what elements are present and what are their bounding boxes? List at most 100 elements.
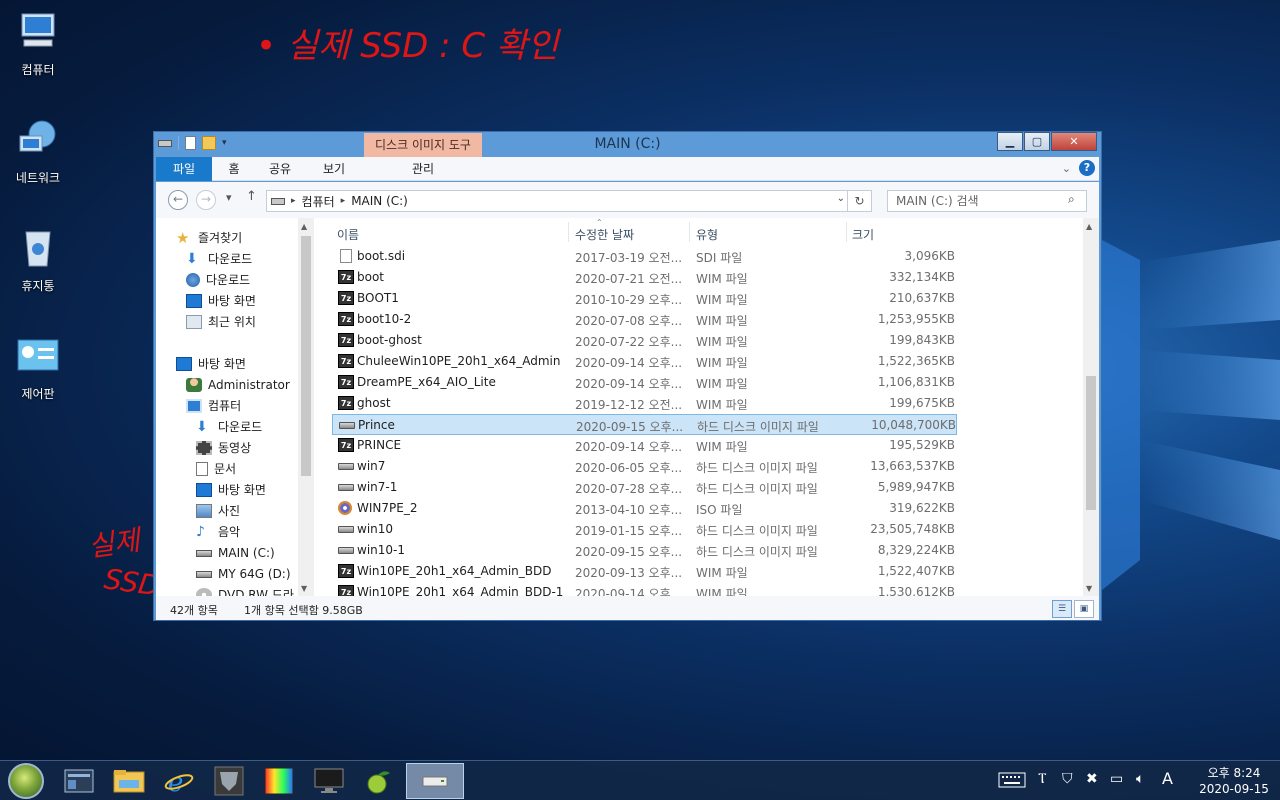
network-disconnected-icon[interactable]: ✖ [1086, 771, 1098, 787]
scroll-down-icon[interactable]: ▼ [1086, 584, 1092, 593]
taskbar-file-explorer[interactable] [106, 763, 152, 799]
taskbar-disk-drive-app[interactable] [406, 763, 464, 799]
help-icon[interactable]: ? [1079, 160, 1095, 176]
taskbar-monitor-app[interactable] [306, 763, 352, 799]
nav-computer-downloads[interactable]: ⬇ 다운로드 [196, 417, 262, 437]
taskbar-explorer-window[interactable] [56, 763, 102, 799]
tab-view[interactable]: 보기 [314, 157, 354, 181]
back-button[interactable]: ← [168, 190, 188, 210]
taskbar-internet-explorer[interactable]: e [156, 763, 202, 799]
column-header-name[interactable]: 이름 [337, 226, 359, 243]
nav-videos[interactable]: 동영상 [196, 438, 251, 458]
clock[interactable]: 오후 8:24 2020-09-15 [1196, 765, 1272, 797]
taskbar-transformer-app[interactable] [206, 763, 252, 799]
column-header-size[interactable]: 크기 [852, 226, 874, 243]
file-row[interactable]: 7z ChuleeWin10PE_20h1_x64_Admin 2020-09-14… [332, 351, 957, 372]
file-row[interactable]: 7z ghost 2019-12-12 오전... WIM 파일 199,675KB [332, 393, 957, 414]
scroll-thumb[interactable] [1086, 376, 1096, 510]
file-row[interactable]: WIN7PE_2 2013-04-10 오후... ISO 파일 319,622KB [332, 498, 957, 519]
taskbar: e Ⲧ ⛉ ✖ ▭ 🔈︎ A 오후 8:24 2020-09-15 [0, 760, 1280, 800]
tab-manage[interactable]: 관리 [364, 157, 482, 181]
explorer-window[interactable]: ▾ 디스크 이미지 도구 MAIN (C:) ▁ ▢ ✕ 파일 홈 공유 보기 … [153, 131, 1102, 621]
breadcrumb-computer[interactable]: 컴퓨터 [302, 193, 335, 210]
scroll-thumb[interactable] [301, 236, 311, 476]
nav-music[interactable]: ♪ 음악 [196, 522, 240, 542]
nav-administrator[interactable]: Administrator [186, 375, 290, 395]
maximize-button[interactable]: ▢ [1024, 132, 1050, 151]
file-row[interactable]: 7z boot 2020-07-21 오전... WIM 파일 332,134KB [332, 267, 957, 288]
network-status-icon[interactable]: ⛉ [1062, 771, 1073, 787]
nav-dvd-drive[interactable]: DVD RW 드라 [196, 585, 294, 596]
file-row[interactable]: 7z Win10PE_20h1_x64_Admin_BDD-1 2020-09-14… [332, 582, 957, 596]
file-row[interactable]: win7 2020-06-05 오후... 하드 디스크 이미지 파일 13,663,… [332, 456, 957, 477]
title-bar[interactable]: ▾ 디스크 이미지 도구 MAIN (C:) ▁ ▢ ✕ [154, 132, 1101, 157]
nav-pictures[interactable]: 사진 [196, 501, 240, 521]
file-row[interactable]: 7z BOOT1 2010-10-29 오후... WIM 파일 210,637KB [332, 288, 957, 309]
details-view-button[interactable]: ☰ [1052, 600, 1072, 618]
font-tool-icon[interactable]: Ⲧ [1038, 771, 1047, 787]
file-row[interactable]: boot.sdi 2017-03-19 오전... SDI 파일 3,096KB [332, 246, 957, 267]
display-icon[interactable]: ▭ [1110, 771, 1123, 787]
nav-computer-desktop[interactable]: 바탕 화면 [196, 480, 266, 500]
address-bar[interactable]: ▸ 컴퓨터 ▸ MAIN (C:) ⌄ ↻ [266, 190, 872, 212]
file-date: 2020-09-14 오후... [575, 356, 683, 370]
search-input[interactable]: MAIN (C:) 검색 [887, 190, 1087, 212]
scroll-down-icon[interactable]: ▼ [301, 584, 307, 593]
nav-favorite-recent[interactable]: 최근 위치 [186, 312, 256, 332]
taskbar-green-app[interactable] [356, 763, 402, 799]
nav-favorite-downloads-2[interactable]: 다운로드 [186, 270, 250, 290]
tab-share[interactable]: 공유 [260, 157, 300, 181]
wim-archive-icon: 7z [338, 291, 354, 305]
file-row[interactable]: 7z PRINCE 2020-09-14 오후... WIM 파일 195,529KB [332, 435, 957, 456]
nav-main-drive[interactable]: MAIN (C:) [196, 543, 275, 563]
navigation-bar: ← → ▾ ↑ ▸ 컴퓨터 ▸ MAIN (C:) ⌄ ↻ MAIN (C:) … [156, 182, 1099, 218]
column-header-type[interactable]: 유형 [696, 226, 718, 243]
ime-indicator[interactable]: A [1162, 769, 1173, 788]
chevron-right-icon[interactable]: ▸ [291, 196, 296, 206]
nav-favorites[interactable]: ★ 즐겨찾기 [176, 228, 242, 248]
file-row[interactable]: win10 2019-01-15 오후... 하드 디스크 이미지 파일 23,505… [332, 519, 957, 540]
taskbar-color-app[interactable] [256, 763, 302, 799]
file-date: 2020-09-14 오후... [575, 440, 683, 454]
refresh-button[interactable]: ↻ [847, 191, 871, 211]
nav-favorite-downloads[interactable]: ⬇ 다운로드 [186, 249, 252, 269]
nav-desktop[interactable]: 바탕 화면 [176, 354, 246, 374]
file-row[interactable]: win7-1 2020-07-28 오후... 하드 디스크 이미지 파일 5,989… [332, 477, 957, 498]
nav-favorite-desktop[interactable]: 바탕 화면 [186, 291, 256, 311]
navigation-pane-scrollbar[interactable]: ▲ ▼ [298, 218, 314, 596]
keyboard-icon[interactable] [998, 771, 1026, 793]
file-list-scrollbar[interactable]: ▲ ▼ [1083, 218, 1099, 596]
column-separator[interactable] [689, 222, 690, 242]
file-row[interactable]: 7z Win10PE_20h1_x64_Admin_BDD 2020-09-13 오… [332, 561, 957, 582]
nav-my64g-drive[interactable]: MY 64G (D:) [196, 564, 291, 584]
chevron-right-icon[interactable]: ▸ [341, 196, 346, 206]
file-explorer-icon [113, 770, 145, 793]
file-row[interactable]: 7z DreamPE_x64_AIO_Lite 2020-09-14 오후... WI… [332, 372, 957, 393]
large-icons-view-button[interactable]: ▣ [1074, 600, 1094, 618]
speaker-icon[interactable]: 🔈︎ [1136, 771, 1144, 787]
tab-home[interactable]: 홈 [214, 157, 254, 181]
column-header-date[interactable]: 수정한 날짜 [575, 226, 634, 243]
minimize-button[interactable]: ▁ [997, 132, 1023, 151]
column-separator[interactable] [568, 222, 569, 242]
file-row[interactable]: 7z boot-ghost 2020-07-22 오후... WIM 파일 199,84… [332, 330, 957, 351]
file-row[interactable]: 7z boot10-2 2020-07-08 오후... WIM 파일 1,253,95… [332, 309, 957, 330]
breadcrumb-main-drive[interactable]: MAIN (C:) [351, 194, 408, 208]
start-button[interactable] [8, 763, 44, 799]
scroll-up-icon[interactable]: ▲ [301, 222, 307, 231]
wim-archive-icon: 7z [338, 438, 354, 452]
ribbon-expand-icon[interactable]: ⌄ [1062, 162, 1071, 175]
nav-computer[interactable]: 컴퓨터 [186, 396, 241, 416]
scroll-up-icon[interactable]: ▲ [1086, 222, 1092, 231]
address-dropdown-icon[interactable]: ⌄ [837, 193, 845, 204]
nav-documents[interactable]: 문서 [196, 459, 236, 479]
tab-file[interactable]: 파일 [156, 157, 212, 181]
forward-button[interactable]: → [196, 190, 216, 210]
file-row[interactable]: win10-1 2020-09-15 오후... 하드 디스크 이미지 파일 8,32… [332, 540, 957, 561]
search-icon[interactable]: ⌕ [1068, 192, 1075, 207]
recent-locations-dropdown[interactable]: ▾ [226, 191, 232, 204]
up-button[interactable]: ↑ [246, 189, 257, 204]
close-button[interactable]: ✕ [1051, 132, 1097, 151]
column-separator[interactable] [846, 222, 847, 242]
file-row[interactable]: Prince 2020-09-15 오후... 하드 디스크 이미지 파일 10,04… [332, 414, 957, 435]
